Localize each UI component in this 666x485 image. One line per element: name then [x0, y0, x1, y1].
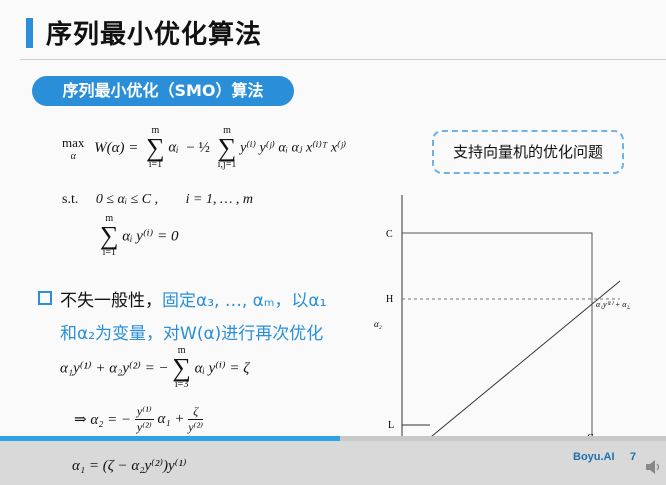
constraint-2: m ∑ i=1 αᵢ y⁽ⁱ⁾ = 0 — [100, 214, 178, 258]
label-alpha2: α₂ — [374, 319, 382, 329]
st-label: s.t. — [62, 192, 79, 207]
constraint-1-range: 0 ≤ αᵢ ≤ C , — [95, 192, 159, 207]
label-c-top: C — [386, 229, 393, 240]
title-divider — [20, 59, 666, 60]
page-number: 7 — [630, 451, 637, 463]
fraction-2-num: ζ — [188, 404, 204, 420]
callout-box: 支持向量机的优化问题 — [432, 130, 624, 174]
equation-1: α₁y⁽¹⁾ + α₂y⁽²⁾ = − m ∑ i=3 αᵢ y⁽ⁱ⁾ = ζ — [60, 346, 249, 390]
alpha-i-term: αᵢ — [168, 139, 179, 156]
constraint-1: s.t. 0 ≤ αᵢ ≤ C , i = 1, … , m — [62, 192, 253, 208]
sum-2: m ∑ i,j=1 — [217, 125, 237, 170]
sum-1: m ∑ i=1 — [146, 125, 165, 170]
constraint-line — [425, 280, 621, 442]
sum-4-bottom: i=3 — [174, 379, 189, 390]
equation-3: α₁ = (ζ − α₂y⁽²⁾)y⁽¹⁾ — [72, 458, 187, 474]
fraction-2: ζ y⁽²⁾ — [188, 404, 204, 435]
constraint-1-index: i = 1, … , m — [185, 192, 254, 207]
equation-2-start: ⇒ α₂ = − — [74, 412, 132, 428]
minus-half: − ½ — [186, 139, 210, 156]
line-label: α₁y⁽¹⁾ + α₂y⁽²⁾=ζ — [596, 300, 630, 309]
constraint-graph: C H α₂ L α₁ C α₁y⁽¹⁾ + α₂y⁽²⁾=ζ — [374, 195, 630, 445]
equation-1-rhs: αᵢ y⁽ⁱ⁾ = ζ — [194, 360, 250, 377]
sum-3: m ∑ i=1 — [100, 213, 119, 258]
title-accent-bar — [26, 18, 33, 48]
max-label: max — [62, 134, 85, 150]
label-h: H — [386, 294, 393, 305]
w-alpha: W(α) = — [94, 139, 139, 156]
sum-2-bottom: i,j=1 — [217, 159, 237, 170]
sum-1-bottom: i=1 — [148, 159, 163, 170]
equation-2-mid: α₁ + — [157, 411, 185, 427]
bullet-line-2: 和α₂为变量，对W(α)进行再次优化 — [60, 324, 324, 344]
max-sub: α — [70, 150, 76, 162]
constraint-2-body: αᵢ y⁽ⁱ⁾ = 0 — [122, 228, 179, 245]
fraction-1: y⁽¹⁾ y⁽²⁾ — [134, 404, 154, 435]
box-boundary — [402, 232, 593, 441]
sum-4: m ∑ i=3 — [172, 345, 191, 390]
fraction-1-den: y⁽²⁾ — [136, 420, 152, 434]
slide: 序列最小优化算法 序列最小优化（SMO）算法 max α W(α) = m ∑ … — [0, 0, 666, 485]
objective-formula: max α W(α) = m ∑ i=1 αᵢ − ½ m ∑ i,j=1 y⁽… — [62, 126, 346, 170]
label-l: L — [388, 420, 394, 431]
speaker-icon[interactable] — [644, 458, 662, 476]
subtitle-pill: 序列最小优化（SMO）算法 — [32, 76, 294, 106]
bullet-square-icon — [38, 291, 52, 305]
sum-3-bottom: i=1 — [102, 247, 116, 258]
brand-logo: Boyu.AI — [573, 451, 615, 463]
equation-1-lhs: α₁y⁽¹⁾ + α₂y⁽²⁾ = − — [60, 360, 169, 377]
fraction-1-num: y⁽¹⁾ — [134, 404, 154, 420]
bullet-prefix: 不失一般性， — [60, 291, 162, 311]
equation-2: ⇒ α₂ = − y⁽¹⁾ y⁽²⁾ α₁ + ζ y⁽²⁾ — [74, 404, 204, 435]
fraction-2-den: y⁽²⁾ — [188, 420, 204, 434]
bullet-line-1: 不失一般性，固定α₃, …, αₘ，以α₁ — [60, 286, 326, 311]
quadratic-term: y⁽ⁱ⁾ y⁽ʲ⁾ αᵢ αⱼ x⁽ⁱ⁾ᵀ x⁽ʲ⁾ — [240, 140, 347, 156]
bullet-highlight: 固定α₃, …, αₘ，以α₁ — [162, 291, 327, 311]
slide-title: 序列最小优化算法 — [46, 20, 263, 50]
